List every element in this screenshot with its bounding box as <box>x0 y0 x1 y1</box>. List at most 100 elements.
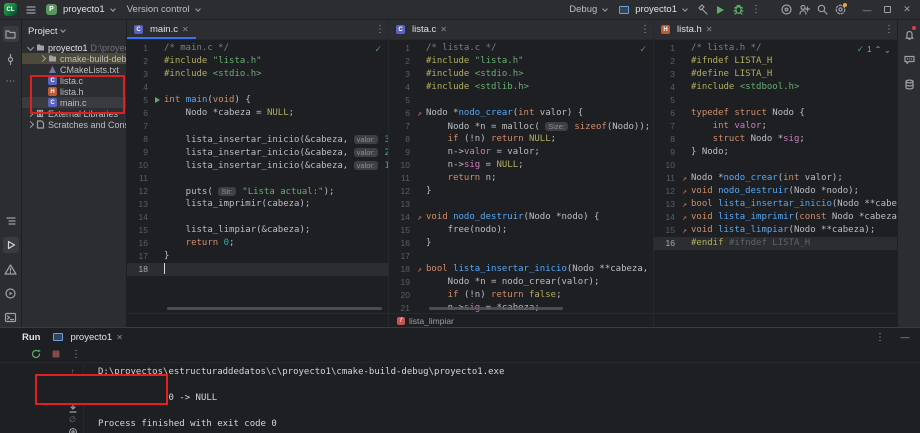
code-editor[interactable]: ✓ 1/* main.c */2#include "lista.h"3#incl… <box>127 40 388 313</box>
run-toolwindow-icon[interactable] <box>3 237 19 253</box>
declaration-gutter-icon[interactable]: ↗ <box>682 226 687 235</box>
code-line[interactable]: 13 <box>389 198 653 211</box>
hide-console-button[interactable]: — <box>896 329 914 345</box>
code-line[interactable]: 15↗void lista_limpiar(Nodo **cabeza); <box>654 224 897 237</box>
console-options-icon[interactable]: ⋮ <box>872 332 888 343</box>
tree-item-main-c[interactable]: Cmain.c <box>22 97 126 108</box>
code-line[interactable]: 19 Nodo *n = nodo_crear(valor); <box>389 276 653 289</box>
code-editor[interactable]: ✓ 1/* lista.c */2#include "lista.h"3#inc… <box>389 40 653 313</box>
console-settings-icon[interactable] <box>68 427 78 433</box>
tab-options-icon[interactable]: ⋮ <box>372 24 388 35</box>
scroll-down-icon[interactable]: ↓ <box>71 379 75 389</box>
code-line[interactable]: 2#include "lista.h" <box>389 55 653 68</box>
code-line[interactable]: 12↗void nodo_destruir(Nodo *nodo); <box>654 185 897 198</box>
settings-icon[interactable] <box>832 2 848 18</box>
code-line[interactable]: 18 <box>127 263 388 276</box>
rerun-button[interactable] <box>28 346 44 362</box>
more-actions-icon[interactable]: ⋮ <box>748 4 764 15</box>
code-line[interactable]: 14↗void lista_imprimir(const Nodo *cabez… <box>654 211 897 224</box>
code-line[interactable]: 9 n->valor = valor; <box>389 146 653 159</box>
database-icon[interactable] <box>901 76 917 92</box>
code-line[interactable]: 16} <box>389 237 653 250</box>
code-line[interactable]: 3#define LISTA_H <box>654 68 897 81</box>
horizontal-scrollbar[interactable] <box>167 307 382 310</box>
code-line[interactable]: 4#include <stdbool.h> <box>654 81 897 94</box>
inspection-widget[interactable]: ✓ <box>374 44 382 55</box>
declaration-gutter-icon[interactable]: ↗ <box>682 187 687 196</box>
code-line[interactable]: 12 puts( Str: "Lista actual:"); <box>127 185 388 198</box>
code-line[interactable]: 14↗void nodo_destruir(Nodo *nodo) { <box>389 211 653 224</box>
notifications-icon[interactable] <box>901 26 917 42</box>
code-line[interactable]: 7 Nodo *n = malloc( Size: sizeof(Nodo)); <box>389 120 653 133</box>
close-icon[interactable]: ✕ <box>440 25 447 34</box>
minimize-button[interactable]: — <box>858 2 876 18</box>
run-console-tab[interactable]: proyecto1 ✕ <box>48 331 127 344</box>
clear-icon[interactable]: ∅ <box>69 415 76 425</box>
terminal-toolwindow-icon[interactable] <box>3 309 19 325</box>
code-line[interactable]: 15 lista_limpiar(&cabeza); <box>127 224 388 237</box>
code-line[interactable]: 18↗bool lista_insertar_inicio(Nodo **cab… <box>389 263 653 276</box>
tree-chevron-icon[interactable] <box>27 121 34 128</box>
search-icon[interactable] <box>814 2 830 18</box>
code-line[interactable]: 6↗Nodo *nodo_crear(int valor) { <box>389 107 653 120</box>
structure-toolwindow-icon[interactable] <box>3 213 19 229</box>
project-widget[interactable]: P proyecto1 <box>41 3 120 16</box>
tab-lista.h[interactable]: Hlista.h✕ <box>654 20 720 39</box>
run-button[interactable] <box>712 2 728 18</box>
code-line[interactable]: 2#include "lista.h" <box>127 55 388 68</box>
code-with-me-icon[interactable] <box>796 2 812 18</box>
tree-chevron-icon[interactable] <box>27 44 34 51</box>
tab-options-icon[interactable]: ⋮ <box>637 24 653 35</box>
code-line[interactable]: 10 <box>654 159 897 172</box>
tree-item-external-libraries[interactable]: External Libraries <box>22 108 126 119</box>
main-menu-icon[interactable] <box>23 2 39 18</box>
code-line[interactable]: 10 lista_insertar_inicio(&cabeza, valor:… <box>127 159 388 172</box>
code-line[interactable]: 16 return 0; <box>127 237 388 250</box>
close-icon[interactable]: ✕ <box>182 25 189 34</box>
next-problem-icon[interactable]: ⌃ <box>884 45 891 54</box>
maximize-button[interactable] <box>878 2 896 18</box>
run-gutter-icon[interactable] <box>155 97 160 103</box>
build-button[interactable] <box>694 2 710 18</box>
code-line[interactable]: 11 <box>127 172 388 185</box>
code-line[interactable]: 16#endif #ifndef LISTA_H <box>654 237 897 250</box>
code-line[interactable]: 5 <box>389 94 653 107</box>
code-line[interactable]: 9 lista_insertar_inicio(&cabeza, valor: … <box>127 146 388 159</box>
code-line[interactable]: 20 if (!n) return false; <box>389 289 653 302</box>
code-line[interactable]: 1/* lista.c */ <box>389 42 653 55</box>
code-line[interactable]: 8 struct Nodo *sig; <box>654 133 897 146</box>
code-line[interactable]: 4#include <stdlib.h> <box>389 81 653 94</box>
soft-wrap-icon[interactable] <box>68 391 78 401</box>
tree-item-cmakelists-txt[interactable]: CMakeLists.txt <box>22 64 126 75</box>
code-line[interactable]: 8 if (!n) return NULL; <box>389 133 653 146</box>
code-line[interactable]: 5 <box>654 94 897 107</box>
code-line[interactable]: 6typedef struct Nodo { <box>654 107 897 120</box>
more-toolwindows-icon[interactable]: ⋯ <box>3 76 19 87</box>
run-config-select[interactable]: proyecto1 <box>614 3 692 16</box>
code-line[interactable]: 7 <box>127 120 388 133</box>
close-icon[interactable]: ✕ <box>706 25 713 34</box>
code-line[interactable]: 6 Nodo *cabeza = NULL; <box>127 107 388 120</box>
console-output[interactable]: D:\proyectos\estructuraddedatos\c\proyec… <box>84 363 920 433</box>
stop-button[interactable] <box>48 346 64 362</box>
declaration-gutter-icon[interactable]: ↗ <box>417 265 422 274</box>
close-icon[interactable]: ✕ <box>116 333 123 342</box>
inspection-widget[interactable]: ✓1⌃⌃ <box>857 44 891 55</box>
code-line[interactable]: 10 n->sig = NULL; <box>389 159 653 172</box>
code-line[interactable]: 14 <box>127 211 388 224</box>
code-line[interactable]: 3#include <stdio.h> <box>389 68 653 81</box>
code-line[interactable]: 12} <box>389 185 653 198</box>
layout-widget-icon[interactable] <box>778 2 794 18</box>
code-line[interactable]: 4 <box>127 81 388 94</box>
code-line[interactable]: 5int main(void) { <box>127 94 388 107</box>
inspection-widget[interactable]: ✓ <box>639 44 647 55</box>
prev-problem-icon[interactable]: ⌃ <box>875 45 882 54</box>
tree-item-cmake-build-debug[interactable]: cmake-build-debug <box>22 53 126 64</box>
code-line[interactable]: 11↗Nodo *nodo_crear(int valor); <box>654 172 897 185</box>
console-more-icon[interactable]: ⋮ <box>68 349 84 360</box>
tree-item-scratches-and-consoles[interactable]: Scratches and Consoles <box>22 119 126 130</box>
code-line[interactable]: 13 lista_imprimir(cabeza); <box>127 198 388 211</box>
commit-toolwindow-icon[interactable] <box>3 51 19 67</box>
problems-toolwindow-icon[interactable] <box>3 261 19 277</box>
code-line[interactable]: 15 free(nodo); <box>389 224 653 237</box>
